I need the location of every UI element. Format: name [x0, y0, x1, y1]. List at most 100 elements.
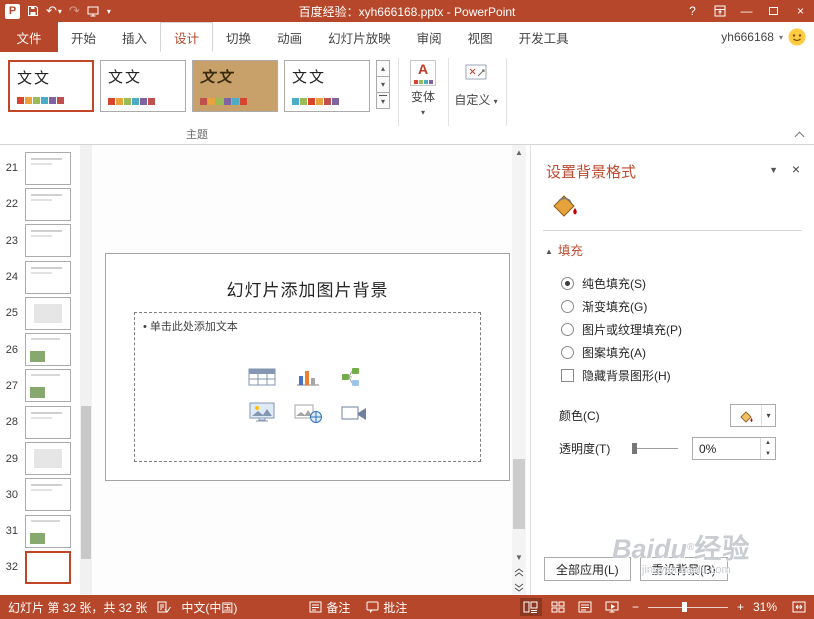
next-slide-button[interactable]	[512, 580, 526, 595]
customize-qat-button[interactable]: ▾	[106, 1, 111, 21]
account-area[interactable]: yh666168 ▾	[721, 22, 814, 52]
theme-thumbnail-1[interactable]: 文文	[8, 60, 94, 112]
color-dropdown-icon[interactable]: ▾	[762, 411, 775, 420]
slide-row-32[interactable]: 32	[0, 549, 78, 585]
language-indicator[interactable]: 中文(中国)	[181, 599, 237, 616]
gallery-more-button[interactable]: ▾	[376, 92, 390, 109]
tab-slideshow[interactable]: 幻灯片放映	[315, 22, 404, 52]
zoom-out-button[interactable]: −	[632, 600, 639, 614]
zoom-slider-thumb[interactable]	[681, 602, 687, 612]
tab-insert[interactable]: 插入	[109, 22, 160, 52]
slide-thumbnail-selected[interactable]	[25, 550, 71, 584]
slide-thumbnail[interactable]	[25, 369, 71, 403]
collapse-ribbon-icon[interactable]	[793, 130, 805, 140]
slide-row-22[interactable]: 22	[0, 186, 78, 222]
proofing-button[interactable]	[157, 601, 172, 613]
slide-title[interactable]: 幻灯片添加图片背景	[106, 276, 509, 301]
option-picture-texture-fill[interactable]: 图片或纹理填充(P)	[561, 318, 814, 341]
tab-review[interactable]: 审阅	[404, 22, 455, 52]
maximize-button[interactable]	[760, 0, 787, 22]
comments-button[interactable]: 批注	[366, 599, 407, 616]
zoom-slider[interactable]	[647, 601, 728, 613]
slide-thumbnail[interactable]	[25, 187, 71, 221]
avatar[interactable]	[788, 28, 806, 46]
slide-sorter-view-button[interactable]	[547, 598, 569, 616]
gallery-down-button[interactable]: ▾	[376, 76, 390, 93]
slide-counter[interactable]: 幻灯片 第 32 张，共 32 张	[8, 599, 147, 616]
reset-background-button[interactable]: 重设背景(B)	[639, 557, 728, 581]
insert-picture-icon[interactable]	[245, 399, 279, 427]
slide-thumbnail[interactable]	[25, 296, 71, 330]
tab-view[interactable]: 视图	[455, 22, 506, 52]
transparency-spinner[interactable]: 0% ▲ ▼	[692, 437, 776, 460]
slide-row-31[interactable]: 31	[0, 513, 78, 549]
slide-row-21[interactable]: 21	[0, 150, 78, 186]
slide-row-28[interactable]: 28	[0, 404, 78, 440]
slide-row-27[interactable]: 27	[0, 368, 78, 404]
tab-design[interactable]: 设计	[160, 22, 214, 52]
previous-slide-button[interactable]	[512, 565, 526, 580]
transparency-slider-thumb[interactable]	[632, 443, 638, 454]
start-slideshow-button[interactable]	[87, 1, 99, 21]
editor-scrollbar-track[interactable]	[512, 160, 526, 535]
pane-close-icon[interactable]: ×	[792, 161, 800, 177]
variants-button[interactable]: A 变体 ▾	[402, 56, 444, 140]
reading-view-button[interactable]	[574, 598, 596, 616]
content-placeholder[interactable]: • 单击此处添加文本	[134, 312, 481, 462]
zoom-level[interactable]: 31%	[753, 600, 783, 614]
option-gradient-fill[interactable]: 渐变填充(G)	[561, 295, 814, 318]
ribbon-display-options-button[interactable]	[706, 0, 733, 22]
editor-scrollbar-thumb[interactable]	[513, 459, 525, 529]
color-picker-button[interactable]: ▾	[730, 404, 776, 427]
slide-row-29[interactable]: 29	[0, 440, 78, 476]
slide-thumbnail[interactable]	[25, 260, 71, 294]
tab-transitions[interactable]: 切换	[213, 22, 264, 52]
insert-video-icon[interactable]	[337, 399, 371, 427]
apply-all-button[interactable]: 全部应用(L)	[544, 557, 631, 581]
close-button[interactable]: ×	[787, 0, 814, 22]
notes-button[interactable]: 备注	[309, 599, 350, 616]
slide-canvas[interactable]: 幻灯片添加图片背景 • 单击此处添加文本	[105, 253, 510, 481]
slide-thumbnail[interactable]	[25, 224, 71, 258]
slide-thumbnail[interactable]	[25, 405, 71, 439]
slide-row-24[interactable]: 24	[0, 259, 78, 295]
fit-to-window-button[interactable]	[792, 601, 806, 613]
pane-collapse-icon[interactable]: ▼	[769, 165, 778, 175]
slide-row-26[interactable]: 26	[0, 331, 78, 367]
insert-table-icon[interactable]	[245, 363, 279, 391]
customize-button[interactable]: 自定义 ▾	[452, 56, 500, 140]
slide-thumbnail[interactable]	[25, 151, 71, 185]
account-name[interactable]: yh666168	[721, 30, 774, 44]
tab-file[interactable]: 文件	[0, 22, 58, 52]
spin-up-icon[interactable]: ▲	[761, 438, 775, 449]
spin-down-icon[interactable]: ▼	[761, 449, 775, 460]
fill-bucket-icon[interactable]	[547, 190, 581, 222]
undo-button[interactable]: ↶ ▾	[46, 1, 62, 21]
slide-thumbnail[interactable]	[25, 514, 71, 548]
thumbnails-scrollbar[interactable]	[80, 145, 92, 595]
option-pattern-fill[interactable]: 图案填充(A)	[561, 341, 814, 364]
tab-developer[interactable]: 开发工具	[506, 22, 582, 52]
scroll-up-icon[interactable]: ▲	[512, 145, 526, 160]
zoom-in-button[interactable]: +	[737, 600, 744, 614]
gallery-up-button[interactable]: ▴	[376, 60, 390, 77]
theme-thumbnail-3[interactable]: 文文	[192, 60, 278, 112]
theme-thumbnail-4[interactable]: 文文	[284, 60, 370, 112]
slide-row-25[interactable]: 25	[0, 295, 78, 331]
fill-section-header[interactable]: ▲ 填充	[545, 240, 814, 259]
scroll-down-icon[interactable]: ▼	[512, 550, 526, 565]
slide-row-23[interactable]: 23	[0, 223, 78, 259]
minimize-button[interactable]: —	[733, 0, 760, 22]
insert-online-picture-icon[interactable]	[291, 399, 325, 427]
option-solid-fill[interactable]: 纯色填充(S)	[561, 272, 814, 295]
slide-thumbnail[interactable]	[25, 442, 71, 476]
transparency-value[interactable]: 0%	[693, 442, 760, 456]
theme-thumbnail-2[interactable]: 文文	[100, 60, 186, 112]
save-button[interactable]	[27, 1, 39, 21]
transparency-slider[interactable]	[632, 442, 679, 455]
insert-smartart-icon[interactable]	[337, 363, 371, 391]
slideshow-view-button[interactable]	[601, 598, 623, 616]
insert-chart-icon[interactable]	[291, 363, 325, 391]
slide-row-30[interactable]: 30	[0, 477, 78, 513]
redo-button[interactable]: ↷	[69, 1, 80, 21]
